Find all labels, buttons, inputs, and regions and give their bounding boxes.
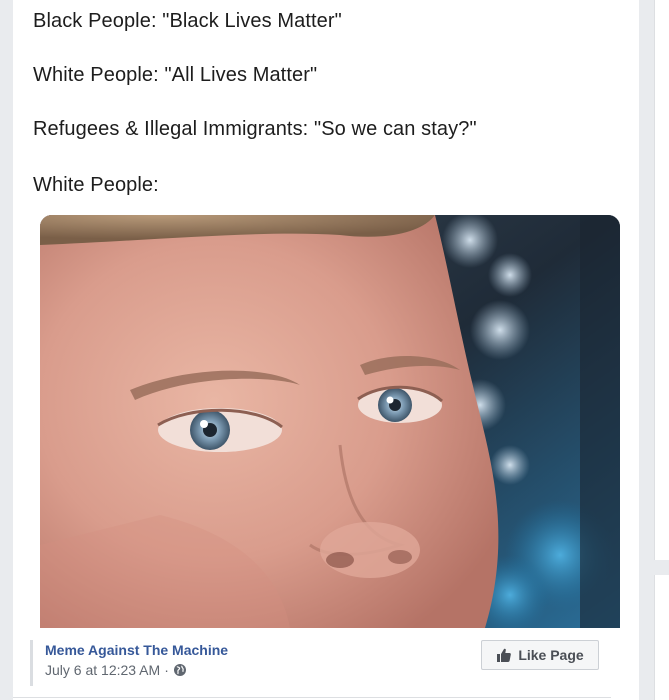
meme-line-3: Refugees & Illegal Immigrants: "So we ca… [33, 118, 477, 140]
thumbs-up-icon [496, 647, 512, 663]
divider [13, 697, 611, 698]
meme-line-4: White People: [33, 174, 159, 196]
adjacent-card [654, 0, 669, 560]
meme-photo[interactable] [40, 215, 620, 628]
post-attribution: Meme Against The Machine July 6 at 12:23… [13, 628, 639, 700]
attribution-bar [30, 640, 33, 686]
meta-separator: · [164, 662, 169, 678]
page-name-link[interactable]: Meme Against The Machine [45, 642, 228, 658]
globe-icon[interactable] [173, 663, 187, 677]
adjacent-card [654, 575, 669, 700]
like-page-label: Like Page [518, 647, 584, 663]
facebook-post-screen: Black People: "Black Lives Matter" White… [0, 0, 669, 700]
like-page-button[interactable]: Like Page [481, 640, 599, 670]
post-meta: July 6 at 12:23 AM · [45, 662, 187, 678]
meme-line-2: White People: "All Lives Matter" [33, 64, 318, 86]
meme-line-1: Black People: "Black Lives Matter" [33, 10, 342, 32]
meme-caption-panel: Black People: "Black Lives Matter" White… [13, 0, 639, 215]
post-timestamp[interactable]: July 6 at 12:23 AM [45, 662, 160, 678]
